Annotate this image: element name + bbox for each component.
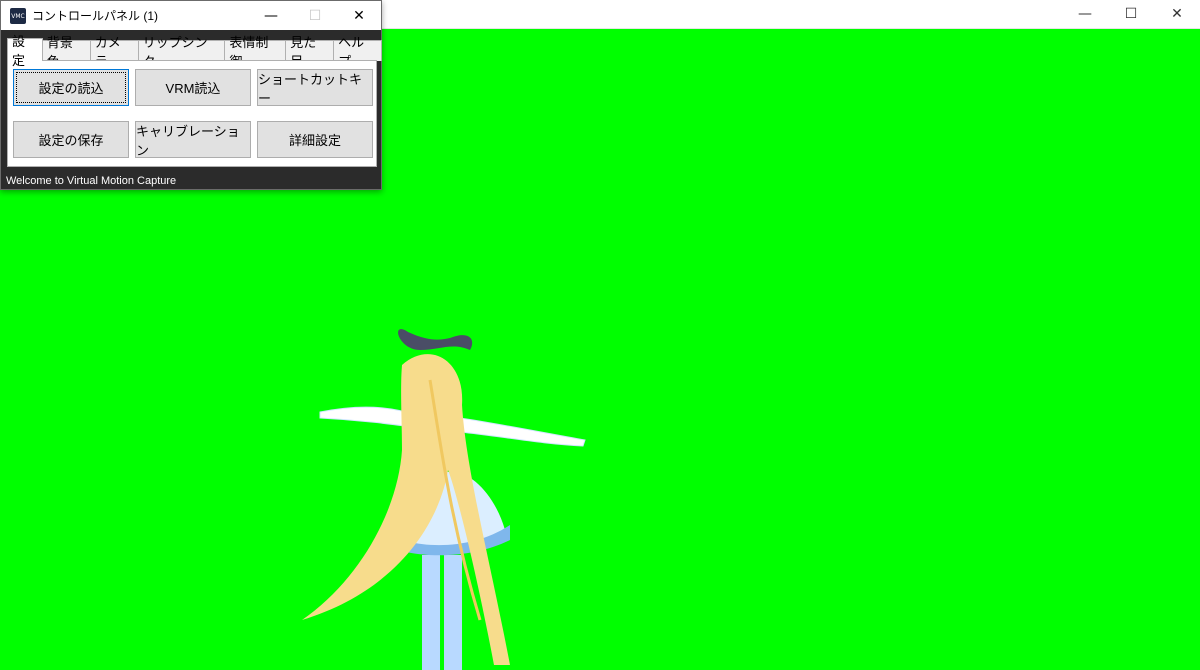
control-panel-titlebar: VMC コントロールパネル (1) — ☐ ✕ <box>1 1 381 30</box>
tab-settings[interactable]: 設定 <box>7 35 43 69</box>
tab-camera[interactable]: カメラ <box>89 36 139 70</box>
advanced-settings-button[interactable]: 詳細設定 <box>257 121 373 158</box>
avatar-model-image <box>302 329 586 670</box>
load-vrm-button[interactable]: VRM読込 <box>135 69 251 106</box>
tab-facial-expression[interactable]: 表情制御 <box>224 36 287 70</box>
save-settings-button[interactable]: 設定の保存 <box>13 121 129 158</box>
tab-strip: 設定 背景色 カメラ リップシンク 表情制御 見た目 ヘルプ <box>7 35 382 70</box>
control-panel-title: コントロールパネル (1) <box>32 9 159 23</box>
tab-appearance[interactable]: 見た目 <box>285 36 335 70</box>
status-bar-text: Welcome to Virtual Motion Capture <box>1 172 381 189</box>
panel-minimize-button[interactable]: — <box>249 1 293 30</box>
tab-help[interactable]: ヘルプ <box>333 36 382 70</box>
control-panel-body: 設定 背景色 カメラ リップシンク 表情制御 見た目 ヘルプ 設定の読込 VRM… <box>1 30 382 172</box>
main-window-controls: — ☐ ✕ <box>1062 0 1200 28</box>
control-panel-window-controls: — ☐ ✕ <box>249 1 381 30</box>
tab-lip-sync[interactable]: リップシンク <box>137 36 226 70</box>
main-close-button[interactable]: ✕ <box>1154 0 1200 28</box>
main-maximize-button[interactable]: ☐ <box>1108 0 1154 28</box>
settings-tab-page: 設定の読込 VRM読込 ショートカットキー 設定の保存 キャリブレーション 詳細… <box>7 60 377 167</box>
load-settings-button[interactable]: 設定の読込 <box>13 69 129 106</box>
control-panel-window: VMC コントロールパネル (1) — ☐ ✕ 設定 背景色 カメラ リップシン… <box>0 0 382 190</box>
app-logo-icon: VMC <box>10 8 26 24</box>
main-minimize-button[interactable]: — <box>1062 0 1108 28</box>
panel-maximize-button: ☐ <box>308 7 322 24</box>
tab-background-color[interactable]: 背景色 <box>41 36 91 70</box>
calibration-button[interactable]: キャリブレーション <box>135 121 251 158</box>
shortcut-keys-button[interactable]: ショートカットキー <box>257 69 373 106</box>
panel-close-button[interactable]: ✕ <box>337 1 381 30</box>
